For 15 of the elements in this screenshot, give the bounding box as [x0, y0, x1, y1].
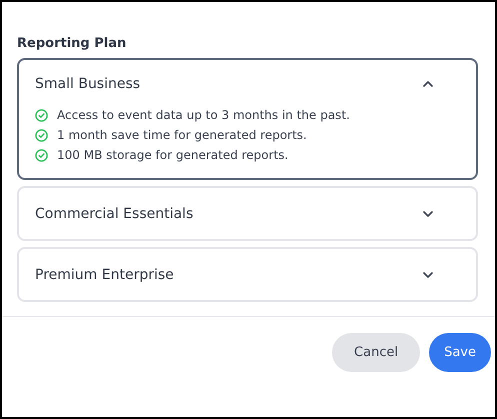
- check-circle-icon: [35, 148, 48, 162]
- plan-name: Small Business: [35, 76, 140, 92]
- save-button[interactable]: Save: [429, 333, 491, 372]
- plan-name: Commercial Essentials: [35, 206, 194, 222]
- chevron-down-icon: [423, 272, 433, 278]
- check-circle-icon: [35, 128, 48, 142]
- feature-text: Access to event data up to 3 months in the past.: [57, 108, 350, 122]
- cancel-button[interactable]: Cancel: [332, 333, 420, 372]
- feature-text: 1 month save time for generated reports.: [57, 128, 307, 142]
- chevron-down-icon: [423, 211, 433, 217]
- chevron-up-icon: [423, 81, 433, 87]
- section-label: Reporting Plan: [17, 36, 128, 51]
- feature-text: 100 MB storage for generated reports.: [57, 148, 288, 162]
- check-circle-icon: [35, 108, 48, 122]
- plan-name: Premium Enterprise: [35, 267, 174, 283]
